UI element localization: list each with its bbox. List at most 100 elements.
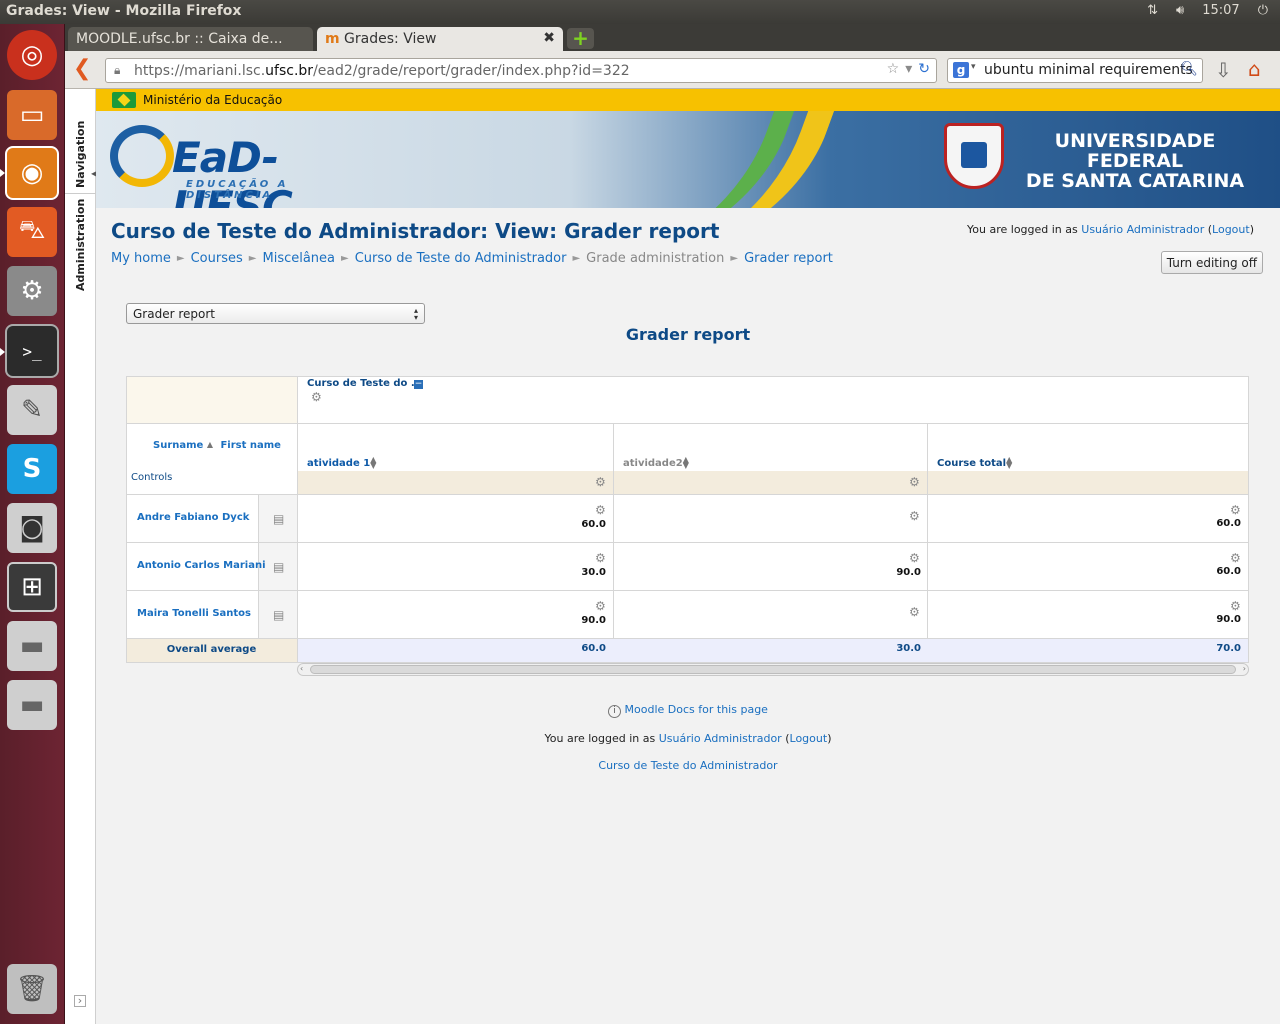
student-name-link[interactable]: Antonio Carlos Mariani xyxy=(137,560,266,571)
grade-settings-icon[interactable]: ⚙ xyxy=(595,504,607,516)
total-value[interactable]: 60.0 xyxy=(1181,518,1241,529)
reload-icon[interactable]: ↻ xyxy=(918,61,930,77)
search-icon[interactable]: 🔍︎ xyxy=(1180,61,1198,77)
atividade1-link[interactable]: atividade 1 xyxy=(307,458,370,469)
grade-value[interactable]: 90.0 xyxy=(546,615,606,626)
government-label[interactable]: Ministério da Educação xyxy=(143,93,282,107)
url-prefix: https://mariani.lsc. xyxy=(134,63,266,79)
grade-settings-icon[interactable]: ⚙ xyxy=(595,600,607,612)
new-tab-button[interactable]: + xyxy=(567,28,594,49)
footer-user-link[interactable]: Usuário Administrador xyxy=(659,732,782,745)
user-report-icon[interactable]: ▤ xyxy=(273,513,285,525)
tab-moodle[interactable]: MOODLE.ufsc.br :: Caixa de... xyxy=(68,27,313,51)
skype-icon[interactable]: S xyxy=(7,444,57,494)
tab-grades[interactable]: m Grades: View ✖ xyxy=(317,27,563,51)
student-name-link[interactable]: Maira Tonelli Santos xyxy=(137,608,251,619)
breadcrumb-grader-report[interactable]: Grader report xyxy=(744,251,833,266)
user-report-icon[interactable]: ▤ xyxy=(273,561,285,573)
navigation-dock-tab[interactable]: Navigation xyxy=(65,109,96,199)
trash-icon[interactable]: 🗑︎ xyxy=(7,964,57,1014)
ubuntu-dash-icon[interactable]: ◎ xyxy=(7,30,57,80)
scrollbar-thumb[interactable] xyxy=(310,665,1236,674)
atividade2-link[interactable]: atividade2 xyxy=(623,458,683,469)
administration-dock-tab[interactable]: Administration xyxy=(65,199,96,291)
network-icon[interactable]: ⇅ xyxy=(1147,3,1158,18)
login-user-link[interactable]: Usuário Administrador xyxy=(1081,223,1204,236)
grade-settings-icon[interactable]: ⚙ xyxy=(595,552,607,564)
scroll-left-icon[interactable]: ‹ xyxy=(300,664,303,673)
grade-value[interactable]: 30.0 xyxy=(546,567,606,578)
files-icon[interactable]: ▭ xyxy=(7,90,57,140)
grade-value[interactable]: 90.0 xyxy=(861,567,921,578)
column-header-course-total[interactable]: Course total▲ ▼ xyxy=(937,456,1012,470)
column-settings-icon[interactable]: ⚙ xyxy=(909,476,921,488)
grade-value[interactable]: 60.0 xyxy=(546,519,606,530)
power-icon[interactable]: ⏻ xyxy=(1258,3,1268,18)
surname-link[interactable]: Surname xyxy=(153,440,203,451)
logout-link[interactable]: Logout xyxy=(1212,223,1250,236)
download-icon[interactable]: ⇩ xyxy=(1215,58,1232,82)
ufsc-logo[interactable]: UNIVERSIDADE FEDERAL DE SANTA CATARINA xyxy=(944,123,1274,193)
workspace-switcher-icon[interactable]: ⊞ xyxy=(7,562,57,612)
breadcrumb-courses[interactable]: Courses xyxy=(191,251,243,266)
grade-settings-icon[interactable]: ⚙ xyxy=(1230,600,1242,612)
column-settings-icon[interactable]: ⚙ xyxy=(595,476,607,488)
total-value[interactable]: 60.0 xyxy=(1181,566,1241,577)
volume-icon[interactable]: 🔊︎ xyxy=(1176,3,1184,18)
clock[interactable]: 15:07 xyxy=(1202,3,1239,18)
column-header-atividade2[interactable]: atividade2▲ ▼ xyxy=(623,456,689,470)
footer-course-link[interactable]: Curso de Teste do Administrador xyxy=(598,759,777,772)
sort-icon[interactable]: ▲ ▼ xyxy=(370,456,376,470)
breadcrumb-miscelanea[interactable]: Miscelânea xyxy=(262,251,335,266)
engine-dropdown-icon[interactable]: ▾ xyxy=(971,62,976,72)
camera-icon[interactable]: ◙ xyxy=(7,503,57,553)
ead-ufsc-logo[interactable]: EaD-UFSC EDUCAÇÃO A DISTÂNCIA xyxy=(110,121,380,208)
grade-settings-icon[interactable]: ⚙ xyxy=(1230,504,1242,516)
breadcrumb-separator-icon: ► xyxy=(176,253,185,264)
surname-sort-header[interactable]: Surname ▲ First name xyxy=(153,440,281,451)
total-value[interactable]: 90.0 xyxy=(1181,614,1241,625)
url-bar[interactable]: 🔒︎ https://mariani.lsc.ufsc.br/ead2/grad… xyxy=(105,58,937,83)
footer-logout-link[interactable]: Logout xyxy=(790,732,828,745)
student-name-link[interactable]: Andre Fabiano Dyck xyxy=(137,512,249,523)
scroll-right-icon[interactable]: › xyxy=(1243,664,1246,673)
firefox-icon[interactable]: ◉ xyxy=(7,148,57,198)
grade-settings-icon[interactable]: ⚙ xyxy=(909,552,921,564)
user-report-icon[interactable]: ▤ xyxy=(273,609,285,621)
text-editor-icon[interactable]: ✎ xyxy=(7,385,57,435)
course-total-link[interactable]: Course total xyxy=(937,458,1006,469)
grade-settings-icon[interactable]: ⚙ xyxy=(909,606,921,618)
terminal-icon[interactable]: >_ xyxy=(7,326,57,376)
grade-settings-icon[interactable]: ⚙ xyxy=(1230,552,1242,564)
first-name-link[interactable]: First name xyxy=(220,440,280,451)
home-icon[interactable]: ⌂ xyxy=(1248,57,1261,81)
running-indicator xyxy=(0,348,5,356)
horizontal-scrollbar[interactable]: ‹ › xyxy=(297,663,1249,676)
drive-icon[interactable]: ▬ xyxy=(7,621,57,671)
column-header-atividade1[interactable]: atividade 1▲ ▼ xyxy=(307,456,376,470)
sort-icon[interactable]: ▲ ▼ xyxy=(683,456,689,470)
collapse-category-icon[interactable]: − xyxy=(414,380,423,389)
bookmark-star-icon[interactable]: ☆ xyxy=(887,61,900,77)
breadcrumb-my-home[interactable]: My home xyxy=(111,251,171,266)
dock-toggle-icon[interactable]: › xyxy=(74,995,86,1007)
google-icon[interactable]: g xyxy=(953,62,969,78)
lock-icon[interactable]: 🔒︎ xyxy=(114,63,120,78)
moodle-docs-link[interactable]: Moodle Docs for this page xyxy=(625,703,768,716)
sort-ascending-icon[interactable]: ▲ xyxy=(207,441,213,449)
back-button[interactable]: ❮ xyxy=(73,58,97,82)
breadcrumb-course[interactable]: Curso de Teste do Administrador xyxy=(355,251,567,266)
software-center-icon[interactable]: ⛍ xyxy=(7,207,57,257)
grade-settings-icon[interactable]: ⚙ xyxy=(909,510,921,522)
search-bar[interactable]: g ▾ ubuntu minimal requirements 🔍︎ xyxy=(947,58,1203,83)
category-settings-icon[interactable]: ⚙ xyxy=(311,391,323,403)
sort-icon[interactable]: ▲ ▼ xyxy=(1006,456,1012,470)
grid-line xyxy=(613,423,614,638)
report-select[interactable]: Grader report ▴ ▾ xyxy=(126,303,425,324)
close-tab-icon[interactable]: ✖ xyxy=(543,30,555,46)
drive-icon-2[interactable]: ▬ xyxy=(7,680,57,730)
dropdown-icon[interactable]: ▾ xyxy=(905,61,912,77)
category-name[interactable]: Curso de Teste do ... xyxy=(307,378,422,389)
system-settings-icon[interactable]: ⚙ xyxy=(7,266,57,316)
turn-editing-off-button[interactable]: Turn editing off xyxy=(1160,251,1263,274)
